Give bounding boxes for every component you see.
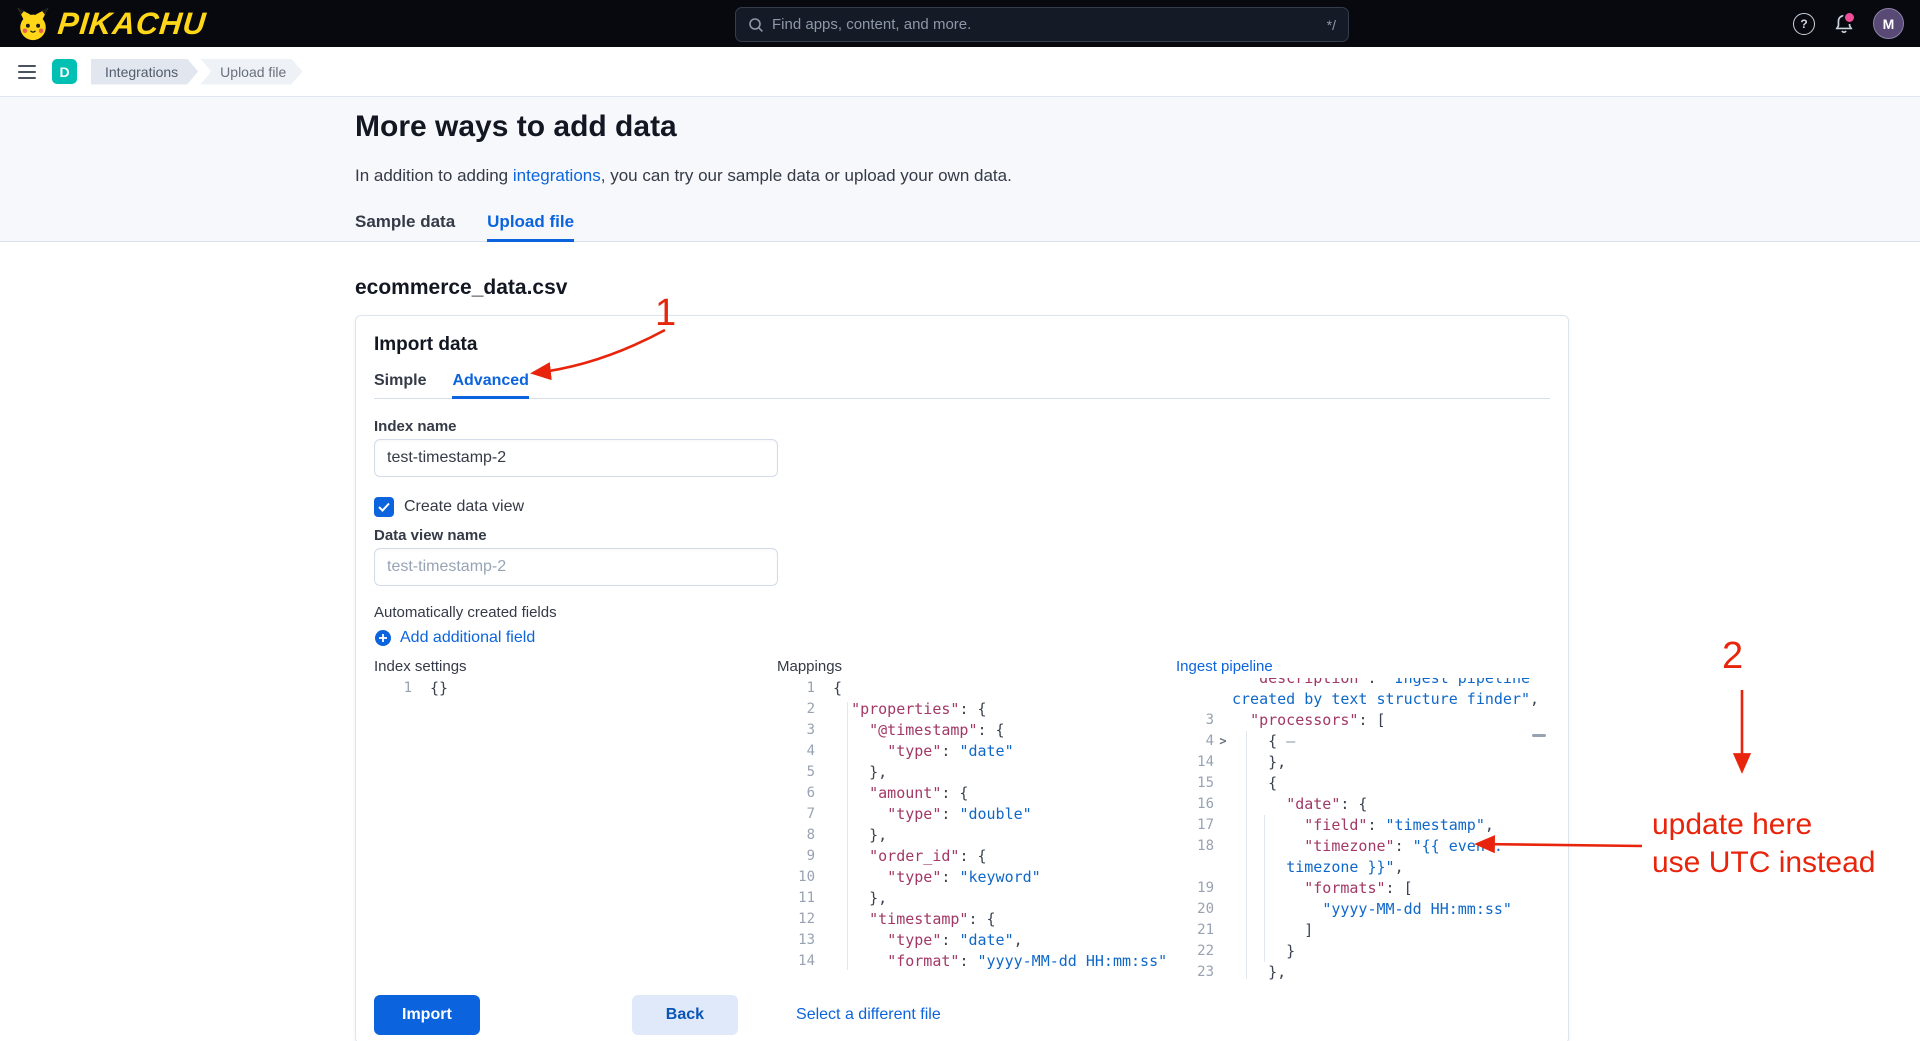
indent-guide: [1246, 731, 1247, 979]
fold-toggle-icon[interactable]: >: [1214, 731, 1232, 752]
pikachu-logo-icon: [17, 7, 49, 40]
menu-icon[interactable]: [16, 61, 38, 83]
editors-section: Index settings 1{} Mappings 1{2 "propert…: [374, 657, 1550, 983]
index-name-label: Index name: [374, 418, 457, 435]
tab-upload-file[interactable]: Upload file: [487, 211, 575, 242]
ingest-pipeline-column: Ingest pipeline "description": "Ingest p…: [1176, 657, 1548, 983]
breadcrumb-bar: D Integrations Upload file: [0, 47, 1920, 97]
mappings-label: Mappings: [777, 658, 843, 675]
tab-simple[interactable]: Simple: [374, 370, 426, 398]
breadcrumb-integrations[interactable]: Integrations: [91, 59, 198, 85]
create-data-view-label: Create data view: [404, 498, 525, 515]
index-settings-column: Index settings 1{}: [374, 657, 777, 983]
app-logo-text: PIKACHU: [56, 6, 209, 41]
help-glyph: ?: [1800, 16, 1808, 31]
index-settings-label: Index settings: [374, 658, 467, 675]
index-name-input[interactable]: [374, 439, 778, 477]
index-settings-editor[interactable]: 1{}: [374, 678, 777, 972]
ingest-pipeline-editor[interactable]: "description": "Ingest pipeline created b…: [1176, 678, 1548, 983]
add-additional-field-label: Add additional field: [400, 628, 536, 646]
tab-advanced[interactable]: Advanced: [452, 370, 529, 399]
mappings-editor[interactable]: 1{2 "properties": {3 "@timestamp": {4 "t…: [777, 678, 1176, 972]
notification-dot: [1843, 10, 1856, 24]
import-button[interactable]: Import: [374, 995, 480, 1035]
notifications-button[interactable]: [1835, 10, 1856, 34]
app-logo[interactable]: PIKACHU: [16, 6, 209, 41]
global-search-input[interactable]: Find apps, content, and more. */: [735, 7, 1349, 42]
search-shortcut-hint: */: [1326, 16, 1336, 33]
main-tabs: Sample data Upload file: [355, 211, 1920, 242]
mappings-column: Mappings 1{2 "properties": {3 "@timestam…: [777, 657, 1176, 983]
select-different-file-link[interactable]: Select a different file: [796, 1006, 941, 1024]
avatar-initial: M: [1882, 15, 1895, 32]
page-title: More ways to add data: [355, 110, 677, 143]
data-view-name-label: Data view name: [374, 527, 487, 544]
header-actions: ? M: [1793, 8, 1904, 39]
data-view-name-input[interactable]: [374, 548, 778, 586]
add-additional-field-button[interactable]: Add additional field: [374, 628, 1550, 647]
breadcrumb: Integrations Upload file: [91, 59, 302, 85]
page-intro: In addition to adding integrations, you …: [355, 166, 1012, 185]
check-icon: [378, 502, 390, 512]
import-data-panel: Import data Simple Advanced Index name C…: [355, 315, 1569, 1041]
search-icon: [749, 17, 763, 32]
panel-actions: Import Back Select a different file: [374, 995, 1550, 1035]
auto-created-fields-label: Automatically created fields: [374, 604, 557, 621]
top-header-bar: PIKACHU Find apps, content, and more. */…: [0, 0, 1920, 47]
create-data-view-row[interactable]: Create data view: [374, 497, 1550, 517]
panel-title: Import data: [374, 334, 478, 355]
ingest-pipeline-link[interactable]: Ingest pipeline: [1176, 657, 1548, 676]
space-initial: D: [59, 63, 70, 80]
integrations-link[interactable]: integrations: [513, 166, 601, 185]
editor-scrollbar-thumb[interactable]: [1532, 734, 1546, 737]
indent-guide: [847, 702, 848, 970]
indent-guide: [1264, 815, 1265, 962]
import-mode-tabs: Simple Advanced: [374, 370, 1550, 399]
plus-in-circle-icon: [375, 629, 391, 646]
page-header-section: More ways to add data In addition to add…: [0, 97, 1920, 242]
back-button[interactable]: Back: [631, 995, 739, 1035]
main-content: ecommerce_data.csv Import data Simple Ad…: [0, 275, 1920, 1041]
help-icon[interactable]: ?: [1793, 12, 1815, 35]
page: PIKACHU Find apps, content, and more. */…: [0, 0, 1920, 1041]
create-data-view-checkbox[interactable]: [374, 497, 394, 517]
space-avatar[interactable]: D: [52, 59, 77, 84]
search-placeholder: Find apps, content, and more.: [772, 16, 972, 33]
file-title: ecommerce_data.csv: [355, 276, 568, 299]
tab-sample-data[interactable]: Sample data: [355, 211, 455, 241]
breadcrumb-upload-file[interactable]: Upload file: [200, 59, 302, 85]
user-avatar[interactable]: M: [1873, 8, 1904, 39]
